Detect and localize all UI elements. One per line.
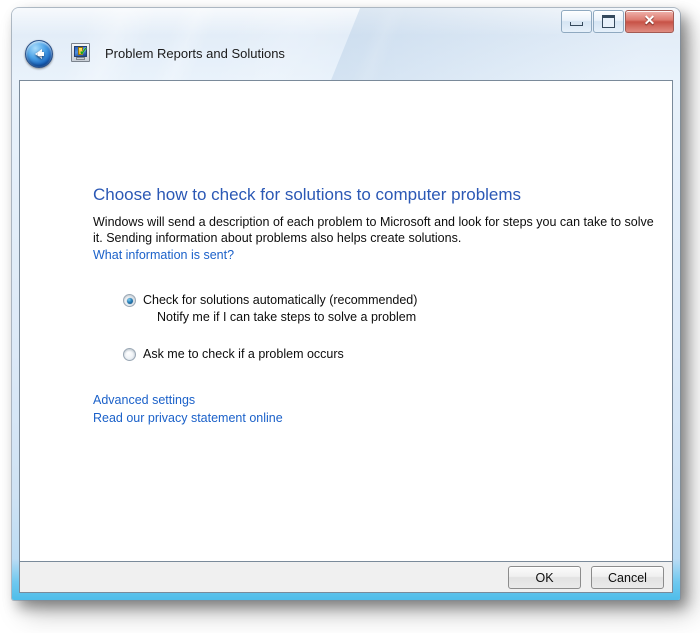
command-bar: OK Cancel bbox=[19, 562, 673, 593]
option-label-check-automatically: Check for solutions automatically (recom… bbox=[143, 293, 418, 307]
caption-button-group: ✕ bbox=[560, 10, 674, 33]
description-text: Windows will send a description of each … bbox=[93, 214, 658, 246]
back-arrow-stem-icon bbox=[38, 52, 44, 56]
option-ask-me-to-check[interactable]: Ask me to check if a problem occurs bbox=[123, 346, 553, 362]
description-line-2: Sending information about problems also … bbox=[106, 231, 462, 245]
monitor-base-icon bbox=[76, 57, 85, 60]
advanced-settings-link[interactable]: Advanced settings bbox=[93, 393, 195, 407]
ok-button[interactable]: OK bbox=[508, 566, 581, 589]
window-title: Problem Reports and Solutions bbox=[105, 46, 285, 61]
what-information-is-sent-link[interactable]: What information is sent? bbox=[93, 248, 234, 262]
option-sublabel-notify-me: Notify me if I can take steps to solve a… bbox=[157, 310, 417, 324]
maximize-icon bbox=[602, 15, 615, 28]
cancel-button[interactable]: Cancel bbox=[591, 566, 664, 589]
checkmark-icon: ✓ bbox=[79, 46, 89, 58]
option-check-automatically[interactable]: Check for solutions automatically (recom… bbox=[123, 292, 553, 308]
problem-reports-window: ✕ ✓ Problem Reports and Solutions Choose… bbox=[12, 8, 680, 600]
minimize-button[interactable] bbox=[561, 10, 592, 33]
page-title: Choose how to check for solutions to com… bbox=[93, 185, 522, 204]
privacy-statement-link[interactable]: Read our privacy statement online bbox=[93, 411, 283, 425]
close-icon: ✕ bbox=[643, 13, 656, 29]
option-label-ask-me-to-check: Ask me to check if a problem occurs bbox=[143, 347, 344, 361]
dialog-button-group: OK Cancel bbox=[508, 566, 664, 589]
problem-reports-icon: ✓ bbox=[71, 43, 90, 62]
close-button[interactable]: ✕ bbox=[625, 10, 674, 33]
radio-check-automatically[interactable] bbox=[123, 294, 136, 307]
back-button[interactable] bbox=[25, 40, 53, 68]
radio-ask-me-to-check[interactable] bbox=[123, 348, 136, 361]
navigation-bar: ✓ Problem Reports and Solutions bbox=[12, 34, 680, 80]
solution-check-options: Check for solutions automatically (recom… bbox=[123, 292, 553, 362]
content-pane: Choose how to check for solutions to com… bbox=[19, 80, 673, 562]
minimize-icon bbox=[570, 22, 583, 26]
desktop-background: ✕ ✓ Problem Reports and Solutions Choose… bbox=[0, 0, 700, 633]
maximize-button[interactable] bbox=[593, 10, 624, 33]
